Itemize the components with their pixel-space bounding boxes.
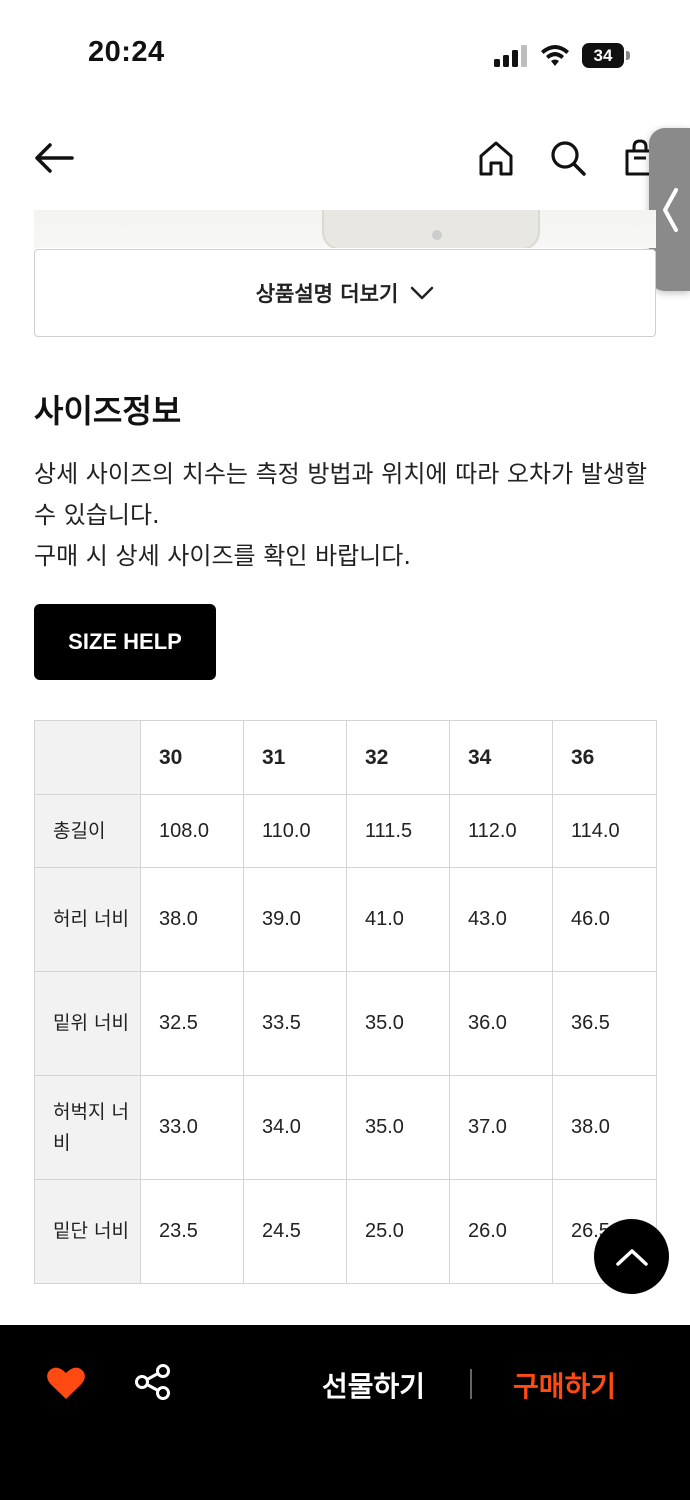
table-cell: 26.0 xyxy=(449,1179,553,1284)
search-icon xyxy=(551,141,586,176)
size-info-desc-line2: 구매 시 상세 사이즈를 확인 바랍니다. xyxy=(34,542,411,570)
chevron-down-icon xyxy=(411,286,434,300)
table-cell: 39.0 xyxy=(243,867,347,972)
table-header-cell: 31 xyxy=(243,720,347,795)
buy-button[interactable]: 구매하기 xyxy=(513,1365,616,1405)
product-image xyxy=(34,210,656,248)
table-header-cell: 34 xyxy=(449,720,553,795)
table-cell: 37.0 xyxy=(449,1075,553,1180)
table-cell: 114.0 xyxy=(552,794,657,868)
table-row-label: 총길이 xyxy=(34,794,141,868)
table-row-label: 허벅지 너비 xyxy=(34,1075,141,1180)
scroll-to-top-button[interactable] xyxy=(594,1219,669,1294)
table-header-cell: 30 xyxy=(140,720,244,795)
table-cell: 112.0 xyxy=(449,794,553,868)
table-cell: 32.5 xyxy=(140,971,244,1076)
bottom-action-bar: 선물하기 구매하기 xyxy=(0,1325,690,1500)
show-more-description-button[interactable]: 상품설명 더보기 xyxy=(34,249,656,337)
share-icon[interactable] xyxy=(134,1363,172,1401)
size-table: 30 31 32 34 36 총길이 108.0 110.0 111.5 112… xyxy=(34,720,657,1284)
table-row-label: 밑위 너비 xyxy=(34,971,141,1076)
battery-icon: 34 xyxy=(582,43,630,68)
table-cell: 41.0 xyxy=(346,867,450,972)
show-more-label: 상품설명 더보기 xyxy=(255,282,399,306)
table-cell: 38.0 xyxy=(552,1075,657,1180)
table-cell: 36.0 xyxy=(449,971,553,1076)
table-cell: 43.0 xyxy=(449,867,553,972)
table-header-corner xyxy=(34,720,141,795)
table-cell: 46.0 xyxy=(552,867,657,972)
table-row: 허리 너비 38.0 39.0 41.0 43.0 46.0 xyxy=(34,867,657,972)
top-nav-bar xyxy=(0,120,690,200)
table-cell: 33.5 xyxy=(243,971,347,1076)
back-button[interactable] xyxy=(30,134,78,182)
divider xyxy=(470,1369,472,1399)
table-header-row: 30 31 32 34 36 xyxy=(34,720,657,795)
search-button[interactable] xyxy=(544,134,592,182)
table-cell: 111.5 xyxy=(346,794,450,868)
table-row: 허벅지 너비 33.0 34.0 35.0 37.0 38.0 xyxy=(34,1075,657,1180)
status-bar: 20:24 34 xyxy=(0,0,690,110)
arrow-left-icon xyxy=(35,143,74,173)
table-cell: 36.5 xyxy=(552,971,657,1076)
table-row-label: 밑단 너비 xyxy=(34,1179,141,1284)
cellular-signal-icon xyxy=(494,45,527,67)
size-help-button[interactable]: SIZE HELP xyxy=(34,604,216,680)
heart-icon[interactable] xyxy=(46,1365,86,1401)
wifi-icon xyxy=(541,45,569,66)
table-cell: 33.0 xyxy=(140,1075,244,1180)
size-info-title: 사이즈정보 xyxy=(34,392,182,430)
table-cell: 25.0 xyxy=(346,1179,450,1284)
table-row-label: 허리 너비 xyxy=(34,867,141,972)
chevron-left-icon xyxy=(662,187,678,232)
table-cell: 35.0 xyxy=(346,971,450,1076)
table-cell: 35.0 xyxy=(346,1075,450,1180)
size-info-desc-line1: 상세 사이즈의 치수는 측정 방법과 위치에 따라 오차가 발생할 수 있습니다… xyxy=(34,460,648,529)
table-row: 총길이 108.0 110.0 111.5 112.0 114.0 xyxy=(34,794,657,868)
table-row: 밑단 너비 23.5 24.5 25.0 26.0 26.5 xyxy=(34,1179,657,1284)
size-info-description: 상세 사이즈의 치수는 측정 방법과 위치에 따라 오차가 발생할 수 있습니다… xyxy=(34,454,654,577)
home-icon xyxy=(479,141,513,176)
table-header-cell: 32 xyxy=(346,720,450,795)
table-cell: 38.0 xyxy=(140,867,244,972)
table-cell: 34.0 xyxy=(243,1075,347,1180)
table-cell: 23.5 xyxy=(140,1179,244,1284)
battery-level: 34 xyxy=(582,43,624,68)
table-header-cell: 36 xyxy=(552,720,657,795)
gift-button[interactable]: 선물하기 xyxy=(322,1365,425,1405)
table-cell: 110.0 xyxy=(243,794,347,868)
home-button[interactable] xyxy=(472,134,520,182)
table-cell: 108.0 xyxy=(140,794,244,868)
status-time: 20:24 xyxy=(88,36,165,68)
table-row: 밑위 너비 32.5 33.5 35.0 36.0 36.5 xyxy=(34,971,657,1076)
table-cell: 24.5 xyxy=(243,1179,347,1284)
chevron-up-icon xyxy=(615,1248,648,1266)
